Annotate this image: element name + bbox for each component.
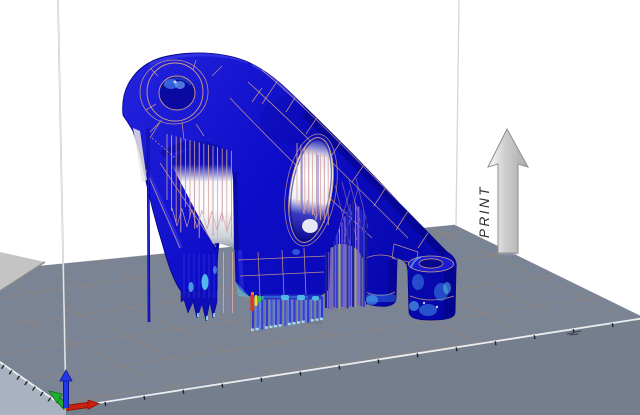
viewport-3d[interactable]: PRINT <box>0 0 640 415</box>
mounting-hole <box>419 259 443 268</box>
head-hole <box>159 76 195 110</box>
print-label: PRINT <box>477 185 492 238</box>
